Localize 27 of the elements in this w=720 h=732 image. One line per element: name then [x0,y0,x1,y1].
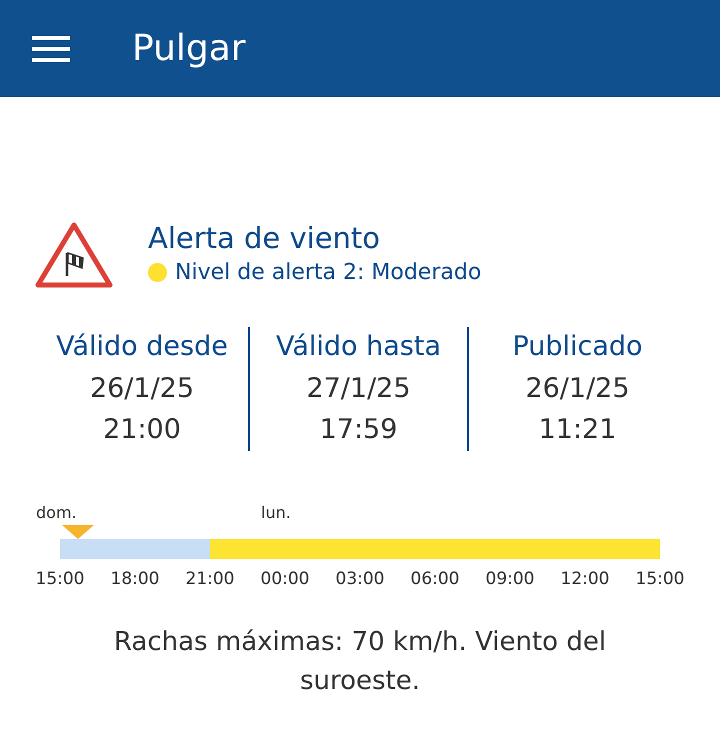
validity-date: 26/1/25 [88,372,196,406]
validity-time: 11:21 [538,413,618,448]
day-label: lun. [261,502,291,524]
validity-label: Publicado [511,330,644,364]
time-tick-label: 03:00 [336,568,384,592]
wind-description: Rachas máximas: 70 km/h. Viento del suroeste. [112,626,608,698]
alert-level-text: Nivel de alerta 2: Moderado [175,258,482,287]
validity-label: Válido desde [55,330,229,364]
day-label: dom. [36,502,77,524]
validity-date: 27/1/25 [305,372,412,406]
alert-title: Alerta de viento [148,221,382,256]
validity-time: 21:00 [102,413,182,448]
time-tick-label: 18:00 [110,568,160,592]
time-tick-label: 06:00 [410,568,460,592]
validity-time: 17:59 [318,413,398,448]
time-tick-label: 21:00 [186,568,234,592]
time-tick-label: 15:00 [636,568,684,592]
validity-date: 26/1/25 [524,372,631,406]
validity-label: Válido hasta [274,330,442,364]
time-tick-label: 12:00 [560,568,610,592]
app-title: Pulgar [132,26,246,70]
time-tick-label: 15:00 [36,568,84,592]
time-tick-label: 09:00 [486,568,534,592]
menu-icon[interactable] [32,34,70,62]
current-time-marker [62,525,94,540]
wind-warning-icon [34,221,114,289]
time-tick-label: 00:00 [260,568,310,592]
